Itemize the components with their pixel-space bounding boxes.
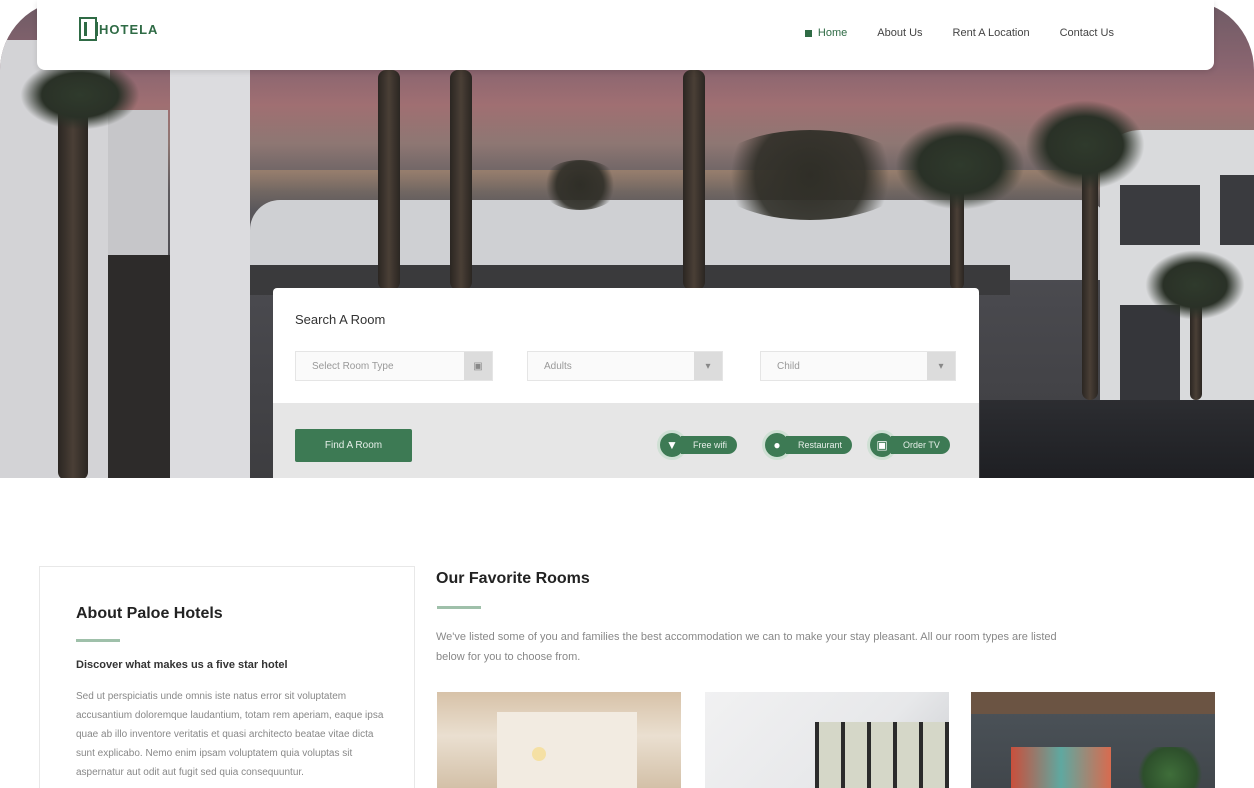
main-menu: Home About Us Rent A Location Contact Us <box>804 27 1114 39</box>
restaurant-label: Restaurant <box>786 436 853 454</box>
restaurant-button[interactable]: ● Restaurant <box>762 430 853 460</box>
free-wifi-button[interactable]: ▼ Free wifi <box>657 430 738 460</box>
page: HOTELA Home About Us Rent A Location Con… <box>0 0 1254 788</box>
home-icon <box>804 29 812 37</box>
child-select[interactable]: Child ▾ <box>760 351 956 381</box>
adults-select[interactable]: Adults ▾ <box>527 351 723 381</box>
about-card: About Paloe Hotels Discover what makes u… <box>39 566 415 788</box>
room-card-image[interactable] <box>971 692 1215 788</box>
top-navbar: HOTELA Home About Us Rent A Location Con… <box>37 0 1214 70</box>
find-room-button[interactable]: Find A Room <box>295 429 412 462</box>
free-wifi-label: Free wifi <box>681 436 738 454</box>
order-tv-label: Order TV <box>891 436 950 454</box>
nav-item-rent-a-location[interactable]: Rent A Location <box>953 27 1030 39</box>
order-tv-button[interactable]: ▣ Order TV <box>867 430 950 460</box>
nav-item-contact-us[interactable]: Contact Us <box>1060 27 1114 39</box>
logo-text: HOTELA <box>99 21 159 37</box>
adults-value: Adults <box>544 361 572 372</box>
room-card-image[interactable] <box>705 692 949 788</box>
about-subtitle: Discover what makes us a five star hotel <box>76 659 288 671</box>
calendar-icon: ▣ <box>464 352 492 380</box>
room-type-value: Select Room Type <box>312 361 394 372</box>
nav-item-label: Contact Us <box>1059 27 1114 39</box>
nav-item-label: Rent A Location <box>952 27 1030 39</box>
chevron-down-icon: ▾ <box>927 352 955 380</box>
child-value: Child <box>777 361 800 372</box>
nav-item-label: Home <box>817 27 848 39</box>
search-title: Search A Room <box>295 312 386 327</box>
nav-item-label: About Us <box>877 27 923 39</box>
rooms-title: Our Favorite Rooms <box>436 570 590 587</box>
about-title: About Paloe Hotels <box>76 605 223 622</box>
room-type-select[interactable]: Select Room Type ▣ <box>295 351 493 381</box>
title-underline <box>437 606 481 609</box>
room-search-panel: Search A Room Select Room Type ▣ Adults … <box>273 288 979 478</box>
logo[interactable]: HOTELA <box>79 17 158 41</box>
rooms-description: We've listed some of you and families th… <box>436 631 1057 663</box>
hotel-logo-icon <box>79 17 98 41</box>
room-card-image[interactable] <box>437 692 681 788</box>
nav-item-about-us[interactable]: About Us <box>877 27 922 39</box>
about-body: Sed ut perspiciatis unde omnis iste natu… <box>76 691 384 778</box>
nav-item-home[interactable]: Home <box>804 27 848 39</box>
title-underline <box>76 639 120 642</box>
search-footer: Find A Room ▼ Free wifi ● Restaurant ▣ O… <box>273 403 979 478</box>
chevron-down-icon: ▾ <box>694 352 722 380</box>
